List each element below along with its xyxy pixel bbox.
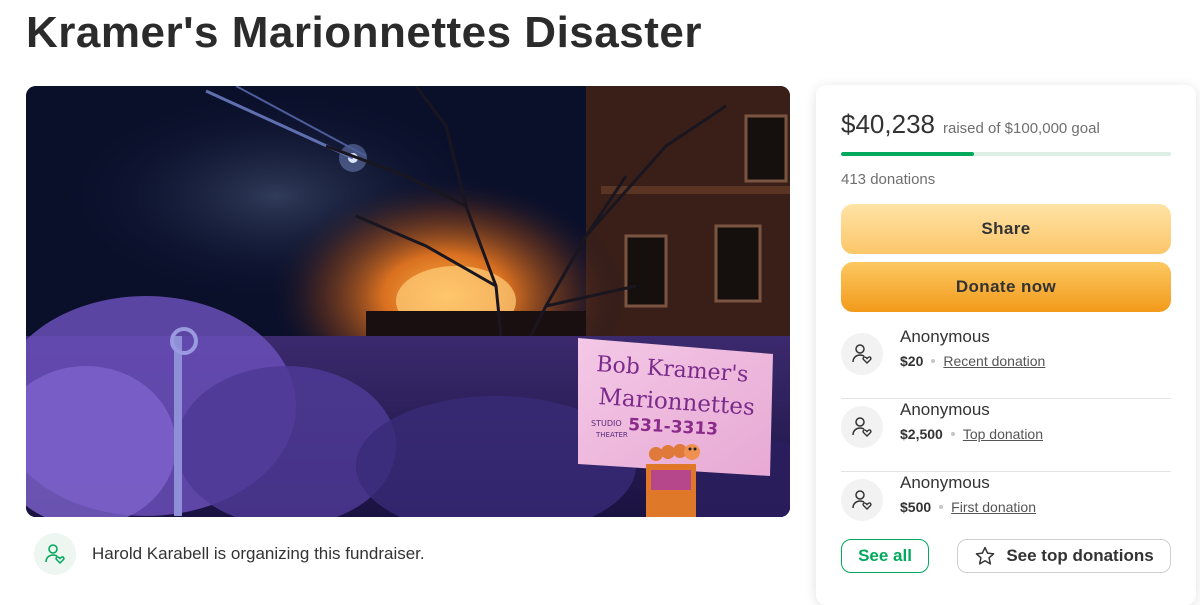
person-heart-icon (852, 490, 872, 510)
organizer-avatar (34, 533, 76, 575)
donation-meta: $2,500 Top donation (900, 426, 1043, 442)
donor-avatar (841, 333, 883, 375)
see-top-donations-label: See top donations (1006, 546, 1154, 565)
raised-summary: $40,238 raised of $100,000 goal (841, 109, 1100, 140)
donate-now-button[interactable]: Donate now (841, 262, 1171, 312)
donation-tag-link[interactable]: Top donation (963, 426, 1043, 442)
separator-dot (950, 432, 955, 436)
organizer-text: Harold Karabell is organizing this fundr… (92, 544, 425, 563)
donor-name: Anonymous (900, 473, 990, 492)
sign-theater: THEATER (595, 431, 628, 439)
page-title: Kramer's Marionnettes Disaster (26, 8, 702, 57)
organizer-row: Harold Karabell is organizing this fundr… (34, 533, 425, 575)
progress-bar (841, 152, 1171, 156)
donation-amount: $20 (900, 353, 924, 369)
person-heart-icon (45, 544, 65, 565)
person-heart-icon (852, 417, 872, 437)
star-icon (975, 546, 995, 565)
donation-item: Anonymous $20 Recent donation (841, 325, 1171, 399)
donation-amount: $500 (900, 499, 932, 515)
donation-tag-link[interactable]: Recent donation (943, 353, 1045, 369)
fundraiser-hero-image: Bob Kramer's Marionnettes STUDIO THEATER… (26, 86, 790, 517)
person-heart-icon (852, 344, 872, 364)
donor-name: Anonymous (900, 400, 990, 419)
see-all-button[interactable]: See all (841, 539, 929, 573)
raised-goal: raised of $100,000 goal (942, 120, 1100, 137)
donation-sidebar-card: $40,238 raised of $100,000 goal 413 dona… (816, 85, 1196, 605)
raised-amount: $40,238 (841, 109, 935, 139)
donation-amount: $2,500 (900, 426, 943, 442)
see-top-donations-button[interactable]: See top donations (957, 539, 1171, 573)
separator-dot (939, 505, 944, 509)
donor-avatar (841, 406, 883, 448)
donor-name: Anonymous (900, 327, 990, 346)
donation-tag-link[interactable]: First donation (951, 499, 1036, 515)
sign-studio: STUDIO (591, 419, 622, 428)
donation-meta: $20 Recent donation (900, 353, 1045, 369)
share-button[interactable]: Share (841, 204, 1171, 254)
marionnettes-sign: Bob Kramer's Marionnettes STUDIO THEATER… (578, 338, 773, 476)
donation-meta: $500 First donation (900, 499, 1036, 515)
donor-avatar (841, 479, 883, 521)
separator-dot (931, 359, 936, 363)
donation-item: Anonymous $500 First donation (841, 471, 1171, 544)
progress-bar-fill (841, 152, 974, 156)
donation-count: 413 donations (841, 171, 936, 188)
donation-item: Anonymous $2,500 Top donation (841, 398, 1171, 472)
